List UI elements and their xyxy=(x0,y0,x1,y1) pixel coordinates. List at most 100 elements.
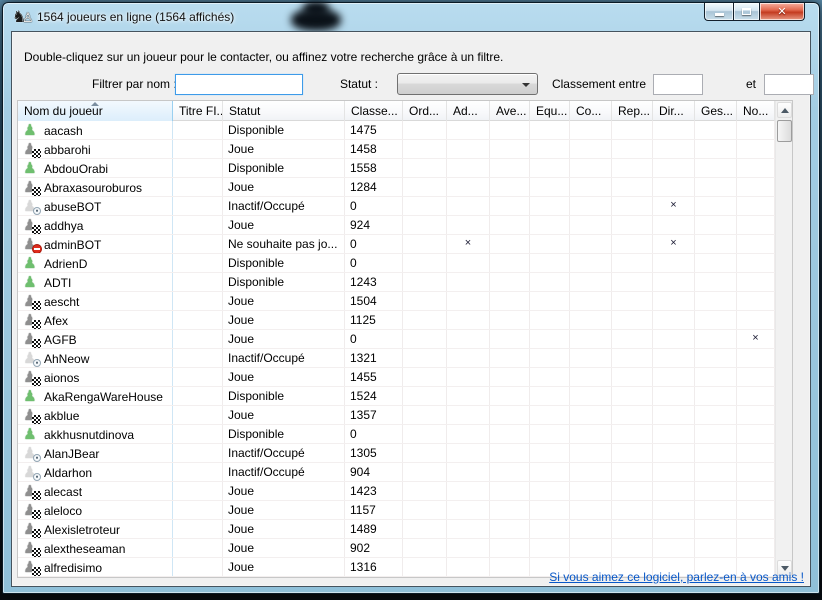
column-header[interactable]: Ges... xyxy=(695,101,737,121)
rating-cell: 1243 xyxy=(345,273,403,291)
table-row[interactable]: ♟AbraxasouroburosJoue1284 xyxy=(18,178,775,197)
status-dropdown[interactable] xyxy=(397,73,538,95)
table-row[interactable]: ♟AkaRengaWareHouseDisponible1524 xyxy=(18,387,775,406)
player-table: Nom du joueurTitre FI...StatutClasse...O… xyxy=(17,100,793,578)
empty-cell xyxy=(570,482,612,500)
table-row[interactable]: ♟akkhusnutdinovaDisponible0 xyxy=(18,425,775,444)
vertical-scrollbar[interactable] xyxy=(775,101,792,577)
empty-cell xyxy=(490,311,530,329)
table-row[interactable]: ♟AlanJBearInactif/Occupé1305 xyxy=(18,444,775,463)
column-header[interactable]: Titre FI... xyxy=(173,101,223,121)
player-name: ADTI xyxy=(42,276,71,290)
table-row[interactable]: ♟AldarhonInactif/Occupé904 xyxy=(18,463,775,482)
column-header[interactable]: Co... xyxy=(570,101,612,121)
table-row[interactable]: ♟akblueJoue1357 xyxy=(18,406,775,425)
titlebar[interactable]: ♞ ♙ 1564 joueurs en ligne (1564 affichés… xyxy=(3,3,819,31)
player-table-body: ♟aacashDisponible1475♟abbarohiJoue1458♟A… xyxy=(18,121,775,577)
rating-cell: 1524 xyxy=(345,387,403,405)
table-row[interactable]: ♟AbdouOrabiDisponible1558 xyxy=(18,159,775,178)
empty-cell xyxy=(570,273,612,291)
column-header[interactable]: Equ... xyxy=(530,101,570,121)
empty-cell xyxy=(737,292,775,310)
scrollbar-thumb[interactable] xyxy=(777,120,792,142)
empty-cell xyxy=(530,368,570,386)
empty-cell xyxy=(737,406,775,424)
empty-cell xyxy=(490,273,530,291)
empty-cell xyxy=(490,387,530,405)
column-header[interactable]: Rep... xyxy=(612,101,653,121)
empty-cell xyxy=(737,501,775,519)
column-header[interactable]: Ord... xyxy=(403,101,447,121)
empty-cell xyxy=(737,273,775,291)
empty-cell xyxy=(737,539,775,557)
filter-name-input[interactable] xyxy=(175,74,303,95)
table-row[interactable]: ♟adminBOTNe souhaite pas jo...0×× xyxy=(18,235,775,254)
table-row[interactable]: ♟AfexJoue1125 xyxy=(18,311,775,330)
table-row[interactable]: ♟alextheseamanJoue902 xyxy=(18,539,775,558)
column-header[interactable]: Dir... xyxy=(653,101,695,121)
empty-cell xyxy=(612,330,653,348)
rating-min-input[interactable] xyxy=(653,74,703,95)
empty-cell xyxy=(403,292,447,310)
empty-cell xyxy=(490,254,530,272)
empty-cell xyxy=(570,178,612,196)
empty-cell xyxy=(570,520,612,538)
scroll-up-button[interactable] xyxy=(777,102,792,118)
player-name: Abraxasouroburos xyxy=(42,181,142,195)
rating-max-input[interactable] xyxy=(764,74,814,95)
table-row[interactable]: ♟aionosJoue1455 xyxy=(18,368,775,387)
player-name-cell: ♟Aldarhon xyxy=(18,463,173,481)
column-header[interactable]: No... xyxy=(737,101,775,121)
status-cell: Disponible xyxy=(223,273,345,291)
table-row[interactable]: ♟addhyaJoue924 xyxy=(18,216,775,235)
table-row[interactable]: ♟AdrienDDisponible0 xyxy=(18,254,775,273)
table-row[interactable]: ♟AGFBJoue0× xyxy=(18,330,775,349)
empty-cell xyxy=(695,140,737,158)
close-button[interactable]: ✕ xyxy=(760,3,805,21)
empty-cell xyxy=(530,406,570,424)
empty-cell xyxy=(530,482,570,500)
status-badge xyxy=(33,359,41,367)
empty-cell xyxy=(447,254,490,272)
column-header[interactable]: Ad... xyxy=(447,101,490,121)
empty-cell xyxy=(530,463,570,481)
minimize-icon xyxy=(715,13,724,16)
empty-cell xyxy=(612,501,653,519)
title-cell xyxy=(173,292,223,310)
empty-cell xyxy=(695,292,737,310)
column-header[interactable]: Ave... xyxy=(490,101,530,121)
maximize-button[interactable] xyxy=(733,3,760,21)
column-header[interactable]: Statut xyxy=(223,101,345,121)
table-row[interactable]: ♟abbarohiJoue1458 xyxy=(18,140,775,159)
table-row[interactable]: ♟ADTI Disponible1243 xyxy=(18,273,775,292)
column-header[interactable]: Classe... xyxy=(345,101,403,121)
table-row[interactable]: ♟AlexisletroteurJoue1489 xyxy=(18,520,775,539)
table-row[interactable]: ♟aacashDisponible1475 xyxy=(18,121,775,140)
empty-cell xyxy=(403,463,447,481)
table-row[interactable]: ♟alecastJoue1423 xyxy=(18,482,775,501)
empty-cell xyxy=(695,178,737,196)
status-cell: Joue xyxy=(223,558,345,576)
rating-cell: 1458 xyxy=(345,140,403,158)
table-row[interactable]: ♟abuseBOTInactif/Occupé0× xyxy=(18,197,775,216)
empty-cell xyxy=(570,197,612,215)
table-row[interactable]: ♟aeschtJoue1504 xyxy=(18,292,775,311)
player-name: aleloco xyxy=(42,504,82,518)
status-badge xyxy=(32,510,41,519)
rating-cell: 1455 xyxy=(345,368,403,386)
table-row[interactable]: ♟alelocoJoue1157 xyxy=(18,501,775,520)
rating-cell: 924 xyxy=(345,216,403,234)
empty-cell xyxy=(490,216,530,234)
player-name-cell: ♟ADTI xyxy=(18,273,173,291)
column-header[interactable]: Nom du joueur xyxy=(18,101,173,121)
share-link[interactable]: Si vous aimez ce logiciel, parlez-en à v… xyxy=(549,570,804,584)
empty-cell xyxy=(612,406,653,424)
empty-cell xyxy=(570,216,612,234)
rating-cell: 1157 xyxy=(345,501,403,519)
empty-cell xyxy=(612,121,653,139)
minimize-button[interactable] xyxy=(704,3,733,21)
empty-cell xyxy=(653,292,695,310)
empty-cell xyxy=(530,178,570,196)
table-row[interactable]: ♟AhNeowInactif/Occupé1321 xyxy=(18,349,775,368)
empty-cell xyxy=(490,368,530,386)
